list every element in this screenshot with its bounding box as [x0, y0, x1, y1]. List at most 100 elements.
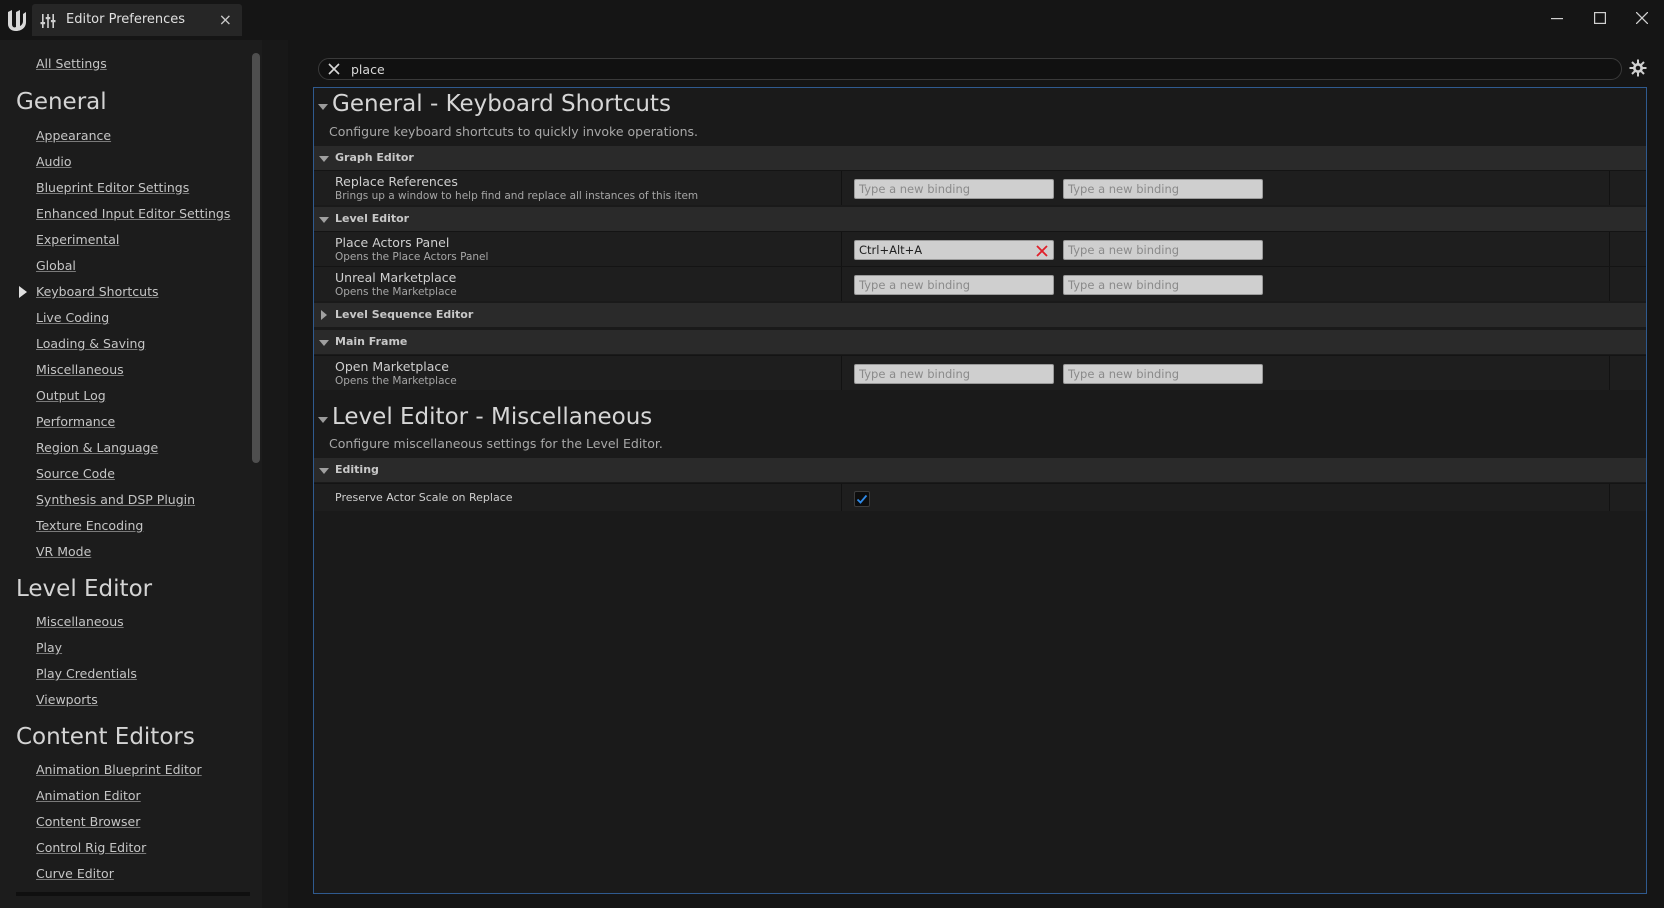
group-label: Level Sequence Editor	[335, 308, 474, 321]
setting-name: Preserve Actor Scale on Replace	[335, 491, 513, 504]
shortcut-row-open-marketplace: Open Marketplace Opens the Marketplace	[314, 355, 1646, 390]
sidebar-all-settings[interactable]: All Settings	[36, 56, 107, 71]
preserve-actor-scale-checkbox[interactable]	[854, 491, 870, 507]
sidebar-item-appearance[interactable]: Appearance	[36, 128, 111, 143]
sidebar-item-animation-editor[interactable]: Animation Editor	[36, 788, 141, 803]
minimize-button[interactable]	[1542, 6, 1572, 30]
sidebar-item-level-miscellaneous[interactable]: Miscellaneous	[36, 614, 124, 629]
sidebar-item-global[interactable]: Global	[36, 258, 76, 273]
sidebar-category-general: General	[16, 89, 107, 115]
binding-input-primary[interactable]	[854, 240, 1054, 260]
column-divider[interactable]	[841, 484, 842, 511]
sidebar-item-loading-saving[interactable]: Loading & Saving	[36, 336, 145, 351]
section-title-keyboard-shortcuts: General - Keyboard Shortcuts	[332, 91, 671, 117]
sliders-icon	[40, 13, 56, 29]
settings-details-panel: General - Keyboard Shortcuts Configure k…	[313, 87, 1647, 894]
checkmark-icon	[856, 494, 868, 504]
maximize-button[interactable]	[1585, 6, 1615, 30]
binding-input-primary[interactable]	[854, 275, 1054, 295]
column-divider[interactable]	[841, 267, 842, 301]
column-divider	[1609, 267, 1610, 301]
expand-icon	[321, 310, 327, 320]
binding-input-secondary[interactable]	[1063, 275, 1263, 295]
column-divider	[1609, 356, 1610, 390]
group-label: Main Frame	[335, 335, 408, 348]
binding-input-primary[interactable]	[854, 364, 1054, 384]
group-header-editing[interactable]: Editing	[314, 457, 1646, 482]
sidebar-item-performance[interactable]: Performance	[36, 414, 115, 429]
selected-arrow-icon	[19, 286, 27, 298]
binding-input-secondary[interactable]	[1063, 364, 1263, 384]
collapse-section-icon[interactable]	[318, 104, 328, 110]
group-label: Editing	[335, 463, 379, 476]
sidebar-item-vr-mode[interactable]: VR Mode	[36, 544, 91, 559]
shortcut-description: Opens the Marketplace	[335, 375, 457, 387]
search-input[interactable]	[351, 60, 1611, 78]
group-header-graph-editor[interactable]: Graph Editor	[314, 145, 1646, 170]
sidebar-item-animation-blueprint-editor[interactable]: Animation Blueprint Editor	[36, 762, 202, 777]
column-divider[interactable]	[841, 232, 842, 266]
sidebar-item-miscellaneous[interactable]: Miscellaneous	[36, 362, 124, 377]
settings-sidebar: All Settings General Appearance Audio Bl…	[0, 40, 262, 908]
group-label: Level Editor	[335, 212, 410, 225]
sidebar-item-play[interactable]: Play	[36, 640, 62, 655]
unreal-logo-icon	[4, 6, 28, 34]
group-header-level-editor[interactable]: Level Editor	[314, 206, 1646, 231]
shortcut-name: Place Actors Panel	[335, 235, 450, 250]
title-bar: Editor Preferences ×	[0, 0, 1664, 40]
group-header-level-sequence-editor[interactable]: Level Sequence Editor	[314, 302, 1646, 327]
shortcut-name: Unreal Marketplace	[335, 270, 457, 285]
sidebar-item-audio[interactable]: Audio	[36, 154, 72, 169]
group-label: Graph Editor	[335, 151, 414, 164]
shortcut-description: Brings up a window to help find and repl…	[335, 190, 699, 202]
shortcut-description: Opens the Place Actors Panel	[335, 251, 489, 263]
sidebar-item-enhanced-input-editor-settings[interactable]: Enhanced Input Editor Settings	[36, 206, 230, 221]
clear-search-icon[interactable]	[325, 60, 343, 78]
sidebar-item-experimental[interactable]: Experimental	[36, 232, 119, 247]
sidebar-item-source-code[interactable]: Source Code	[36, 466, 115, 481]
sidebar-item-blueprint-editor-settings[interactable]: Blueprint Editor Settings	[36, 180, 189, 195]
sidebar-item-live-coding[interactable]: Live Coding	[36, 310, 109, 325]
tab-close-icon[interactable]: ×	[219, 10, 232, 29]
sidebar-category-content-editors: Content Editors	[16, 724, 195, 750]
binding-input-secondary[interactable]	[1063, 179, 1263, 199]
collapse-icon	[319, 217, 329, 223]
sidebar-item-keyboard-shortcuts[interactable]: Keyboard Shortcuts	[36, 284, 159, 299]
column-divider	[1609, 484, 1610, 511]
collapse-icon	[319, 468, 329, 474]
splitter[interactable]	[262, 40, 288, 908]
section-title-level-editor-miscellaneous: Level Editor - Miscellaneous	[332, 404, 653, 430]
sidebar-bottom-edge	[16, 892, 250, 896]
group-header-main-frame[interactable]: Main Frame	[314, 329, 1646, 354]
sidebar-item-control-rig-editor[interactable]: Control Rig Editor	[36, 840, 146, 855]
sidebar-item-curve-editor[interactable]: Curve Editor	[36, 866, 114, 881]
gear-icon[interactable]	[1629, 59, 1647, 77]
sidebar-item-output-log[interactable]: Output Log	[36, 388, 106, 403]
setting-row-preserve-actor-scale: Preserve Actor Scale on Replace	[314, 483, 1646, 511]
binding-input-secondary[interactable]	[1063, 240, 1263, 260]
collapse-icon	[319, 340, 329, 346]
tab-title: Editor Preferences	[66, 12, 186, 27]
sidebar-item-synthesis-dsp-plugin[interactable]: Synthesis and DSP Plugin	[36, 492, 195, 507]
close-window-button[interactable]	[1627, 6, 1657, 30]
collapse-section-icon[interactable]	[318, 417, 328, 423]
sidebar-item-texture-encoding[interactable]: Texture Encoding	[36, 518, 143, 533]
settings-search-box[interactable]	[318, 58, 1622, 80]
sidebar-item-play-credentials[interactable]: Play Credentials	[36, 666, 137, 681]
sidebar-scrollbar[interactable]	[252, 53, 260, 463]
binding-input-primary[interactable]	[854, 179, 1054, 199]
column-divider[interactable]	[841, 356, 842, 390]
shortcut-name: Replace References	[335, 174, 458, 189]
editor-preferences-tab[interactable]: Editor Preferences ×	[32, 4, 242, 36]
shortcut-name: Open Marketplace	[335, 359, 449, 374]
column-divider	[1609, 171, 1610, 205]
section-description: Configure keyboard shortcuts to quickly …	[329, 124, 699, 139]
sidebar-item-region-language[interactable]: Region & Language	[36, 440, 158, 455]
shortcut-row-replace-references: Replace References Brings up a window to…	[314, 170, 1646, 205]
clear-binding-icon[interactable]	[1035, 243, 1049, 257]
shortcut-row-place-actors-panel: Place Actors Panel Opens the Place Actor…	[314, 231, 1646, 266]
sidebar-item-viewports[interactable]: Viewports	[36, 692, 98, 707]
column-divider[interactable]	[841, 171, 842, 205]
sidebar-category-level-editor: Level Editor	[16, 576, 153, 602]
sidebar-item-content-browser[interactable]: Content Browser	[36, 814, 140, 829]
